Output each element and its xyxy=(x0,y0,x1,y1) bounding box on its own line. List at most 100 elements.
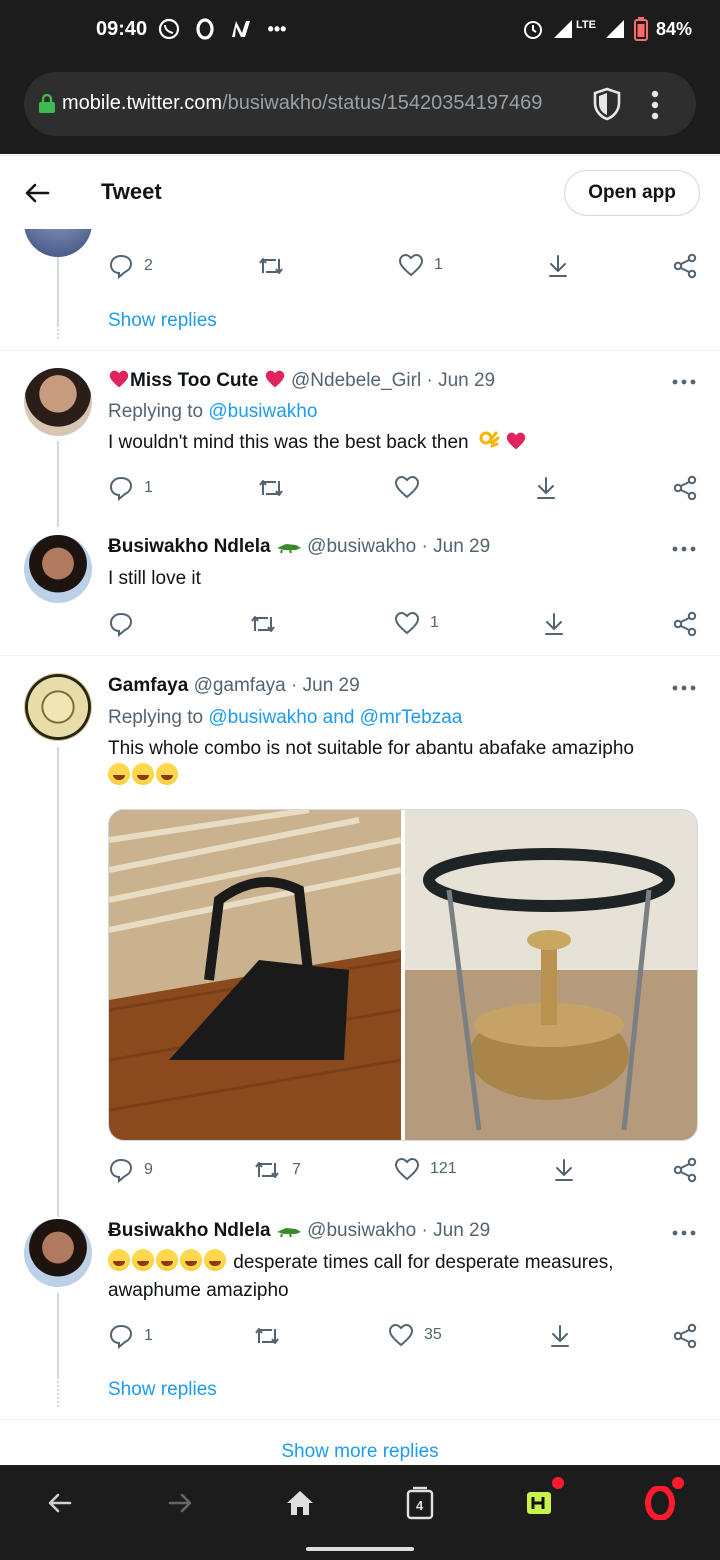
more-options-icon[interactable] xyxy=(672,683,696,693)
author-name[interactable]: Miss Too Cute xyxy=(130,370,258,391)
retweet-button[interactable] xyxy=(256,253,286,279)
reply-button[interactable]: 2 xyxy=(108,253,153,279)
retweet-button[interactable]: 7 xyxy=(252,1157,301,1183)
download-button[interactable] xyxy=(542,611,566,637)
nav-hype-button[interactable] xyxy=(520,1477,564,1523)
reply-count: 2 xyxy=(144,257,153,274)
like-count: 1 xyxy=(430,614,439,631)
opera-menu-button[interactable] xyxy=(640,1477,684,1523)
more-options-icon[interactable] xyxy=(672,1228,696,1238)
tab-count: 4 xyxy=(416,1498,424,1513)
back-arrow-icon[interactable] xyxy=(22,178,52,208)
replying-label: Replying to xyxy=(108,707,209,728)
tweet-date[interactable]: · Jun 29 xyxy=(291,675,360,696)
avatar[interactable] xyxy=(24,535,92,603)
reply-button[interactable] xyxy=(108,611,134,637)
network-type: LTE xyxy=(576,19,596,31)
share-icon xyxy=(673,253,697,279)
overflow-menu-icon[interactable] xyxy=(650,90,660,120)
thread-line xyxy=(57,441,59,527)
tweet-text: desperate times call for desperate measu… xyxy=(108,1249,698,1305)
tweet-text: I still love it xyxy=(108,568,201,589)
whatsapp-icon xyxy=(156,16,182,42)
like-button[interactable]: 1 xyxy=(398,253,443,277)
reply-icon xyxy=(109,476,133,501)
download-button[interactable] xyxy=(546,253,570,279)
reply-button[interactable]: 1 xyxy=(108,475,153,501)
shield-icon[interactable] xyxy=(592,87,622,121)
divider xyxy=(0,350,720,351)
author-name[interactable]: Gamfaya xyxy=(108,675,188,696)
author-name[interactable]: Ƀusiwakho Ndlela xyxy=(108,1220,271,1241)
share-button[interactable] xyxy=(672,1323,698,1349)
tweet-actions: 9 7 121 xyxy=(108,1157,702,1187)
download-icon xyxy=(545,613,563,635)
mention-link[interactable]: @busiwakho and @mrTebzaa xyxy=(208,707,462,728)
avatar[interactable] xyxy=(24,229,92,257)
author-name[interactable]: Ƀusiwakho Ndlela xyxy=(108,536,271,557)
iron-photo[interactable] xyxy=(109,810,402,1141)
tweet-date[interactable]: · Jun 29 xyxy=(422,1220,491,1241)
show-replies-link[interactable]: Show replies xyxy=(108,310,217,332)
reply-icon xyxy=(109,612,133,637)
address-bar[interactable]: mobile.twitter.com/busiwakho/status/1542… xyxy=(24,72,696,136)
avatar[interactable] xyxy=(24,673,92,741)
tweet-actions: 1 35 xyxy=(108,1323,702,1353)
home-icon xyxy=(287,1491,313,1515)
tweet-header: Tweet Open app xyxy=(0,155,720,229)
red-heart-emoji xyxy=(109,370,129,388)
more-options-icon[interactable] xyxy=(672,544,696,554)
tweet-date[interactable]: · Jun 29 xyxy=(422,536,491,557)
home-indicator[interactable] xyxy=(306,1547,414,1551)
more-options-icon[interactable] xyxy=(672,377,696,387)
avatar[interactable] xyxy=(24,368,92,436)
stove-photo[interactable] xyxy=(405,810,698,1141)
author-handle[interactable]: @busiwakho xyxy=(307,536,416,557)
like-button[interactable] xyxy=(394,475,420,499)
open-app-button[interactable]: Open app xyxy=(564,170,700,216)
nav-tabs-button[interactable]: 4 xyxy=(400,1483,440,1523)
show-replies-link[interactable]: Show replies xyxy=(108,1379,217,1401)
retweet-button[interactable] xyxy=(256,475,286,501)
status-bar: 09:40 ••• LTE 84% xyxy=(0,0,720,62)
tweet-text: This whole combo is not suitable for aba… xyxy=(108,735,698,791)
like-button[interactable]: 1 xyxy=(394,611,439,635)
like-button[interactable]: 121 xyxy=(394,1157,457,1181)
retweet-button[interactable] xyxy=(248,611,278,637)
nav-home-button[interactable] xyxy=(280,1483,320,1523)
share-button[interactable] xyxy=(672,611,698,637)
like-count: 121 xyxy=(430,1160,457,1177)
reply-button[interactable]: 9 xyxy=(108,1157,153,1183)
media-grid[interactable] xyxy=(108,809,698,1141)
share-button[interactable] xyxy=(672,253,698,279)
download-button[interactable] xyxy=(552,1157,576,1183)
heart-icon xyxy=(394,475,420,499)
more-notifications: ••• xyxy=(267,18,287,39)
back-arrow-icon xyxy=(48,1493,72,1513)
download-button[interactable] xyxy=(534,475,558,501)
rofl-emoji xyxy=(156,763,178,785)
media-photos[interactable] xyxy=(109,810,698,1141)
mention-link[interactable]: @busiwakho xyxy=(208,401,317,422)
nav-forward-button[interactable] xyxy=(160,1483,200,1523)
author-handle[interactable]: @gamfaya xyxy=(194,675,286,696)
download-button[interactable] xyxy=(548,1323,572,1349)
tweet-date[interactable]: · Jun 29 xyxy=(426,370,495,391)
forward-arrow-icon xyxy=(168,1493,192,1513)
reply-button[interactable]: 1 xyxy=(108,1323,153,1349)
avatar[interactable] xyxy=(24,1219,92,1287)
tweet-text-line-2: awaphume amazipho xyxy=(108,1280,289,1301)
joy-emoji xyxy=(204,1249,226,1271)
author-handle[interactable]: @Ndebele_Girl xyxy=(291,370,421,391)
show-more-replies-link[interactable]: Show more replies xyxy=(0,1441,720,1463)
retweet-button[interactable] xyxy=(252,1323,282,1349)
share-button[interactable] xyxy=(672,475,698,501)
url-text[interactable]: mobile.twitter.com/busiwakho/status/1542… xyxy=(62,92,582,115)
share-button[interactable] xyxy=(672,1157,698,1183)
nav-back-button[interactable] xyxy=(40,1483,80,1523)
share-icon xyxy=(673,1157,697,1183)
replying-to: Replying to @busiwakho xyxy=(108,401,317,423)
ok-hand-emoji xyxy=(478,429,500,451)
author-handle[interactable]: @busiwakho xyxy=(307,1220,416,1241)
like-button[interactable]: 35 xyxy=(388,1323,442,1347)
